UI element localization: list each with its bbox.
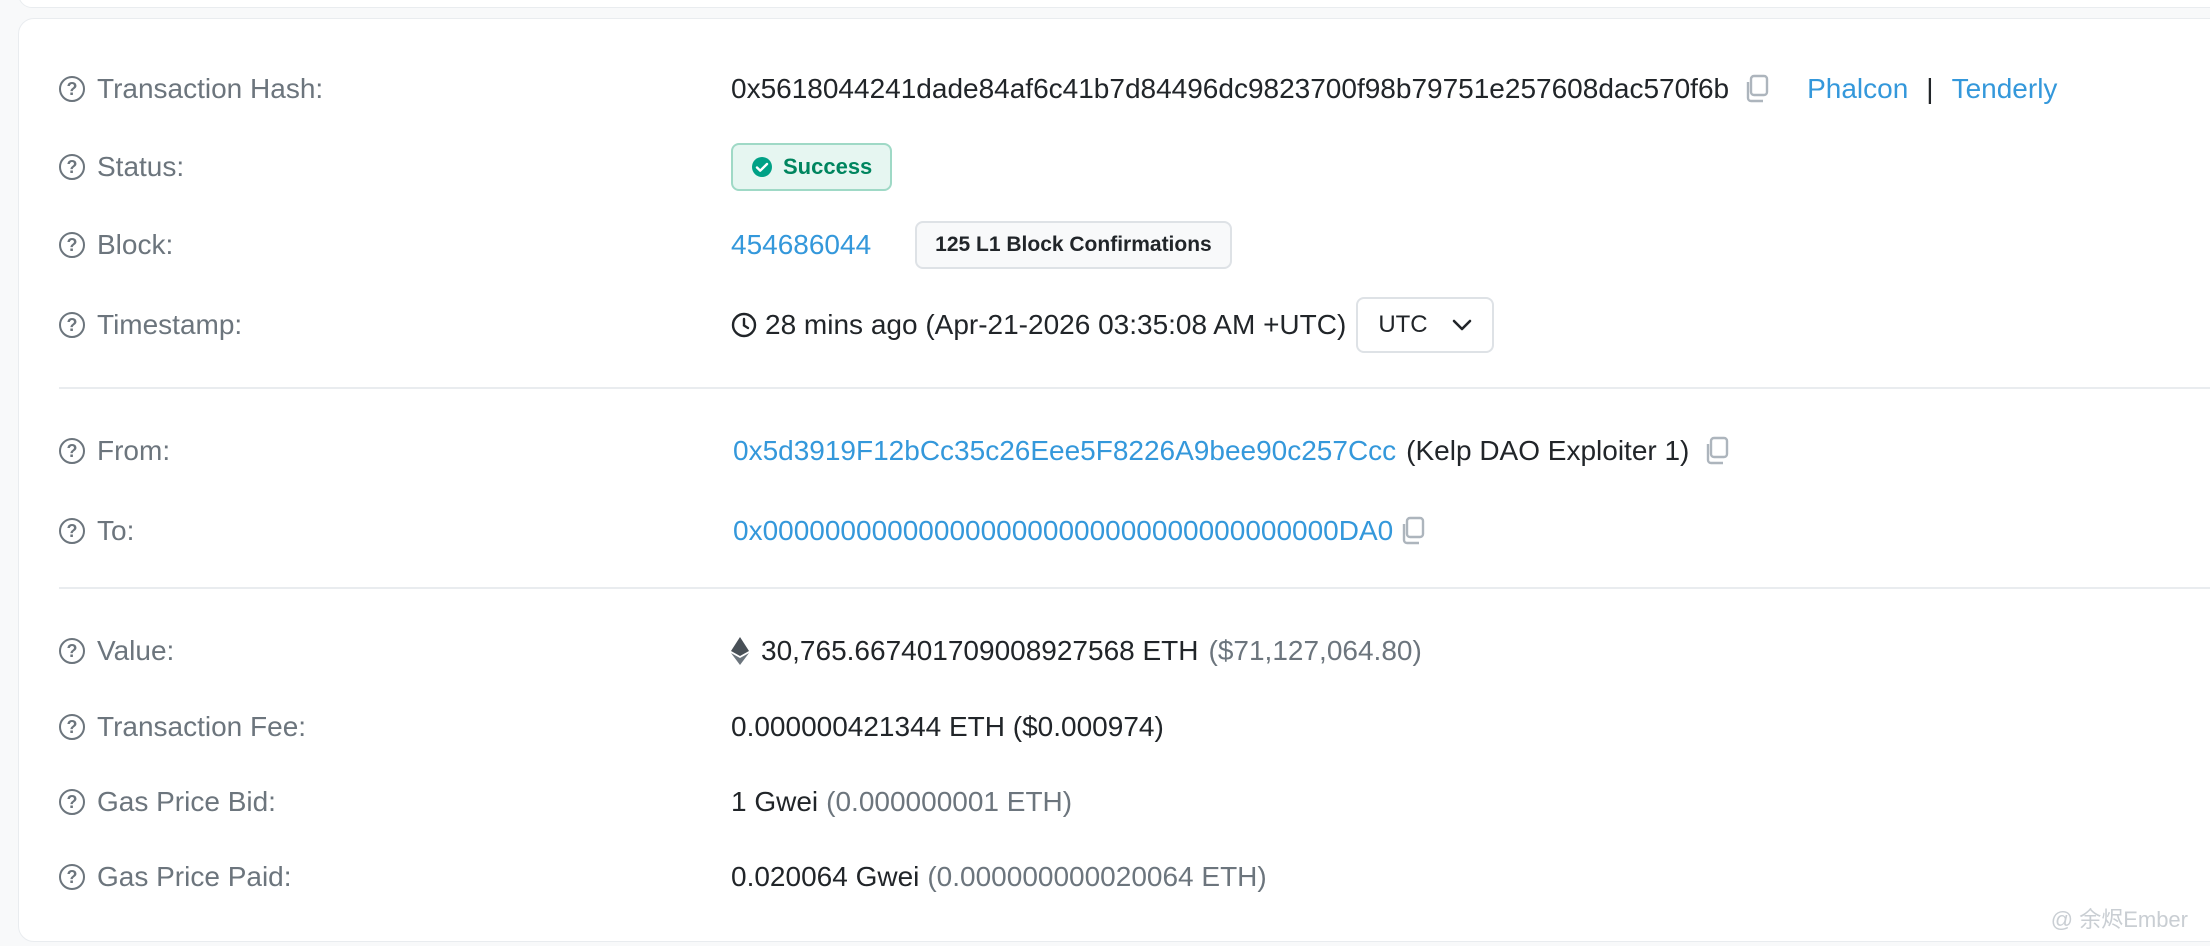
- question-circle-icon[interactable]: ?: [59, 518, 85, 544]
- link-separator: |: [1926, 73, 1934, 104]
- row-block: ? Block: 454686044 125 L1 Block Confirma…: [19, 217, 2210, 273]
- value-from: 0x5d3919F12bCc35c26Eee5F8226A9bee90c257C…: [733, 435, 1731, 467]
- timezone-select[interactable]: UTC: [1356, 297, 1494, 353]
- label-to: ? To:: [59, 515, 134, 547]
- question-circle-icon[interactable]: ?: [59, 864, 85, 890]
- tenderly-link[interactable]: Tenderly: [1952, 73, 2058, 105]
- section-divider: [59, 387, 2210, 389]
- row-transaction-hash: ? Transaction Hash: 0x5618044241dade84af…: [19, 61, 2210, 117]
- value-block: 454686044 125 L1 Block Confirmations: [731, 221, 1232, 269]
- value-gas-price-bid: 1 Gwei (0.000000001 ETH): [731, 786, 1072, 818]
- question-circle-icon[interactable]: ?: [59, 312, 85, 338]
- ethereum-icon: [731, 637, 749, 665]
- label-status: ? Status:: [59, 151, 184, 183]
- value-transaction-hash: 0x5618044241dade84af6c41b7d84496dc982370…: [731, 73, 2057, 105]
- copy-icon[interactable]: [1703, 436, 1731, 466]
- value-timestamp: 28 mins ago (Apr-21-2026 03:35:08 AM +UT…: [731, 297, 1494, 353]
- clock-icon: [731, 312, 757, 338]
- row-timestamp: ? Timestamp: 28 mins ago (Apr-21-2026 03…: [19, 297, 2210, 353]
- question-circle-icon[interactable]: ?: [59, 232, 85, 258]
- transaction-hash-text: 0x5618044241dade84af6c41b7d84496dc982370…: [731, 73, 1730, 104]
- previous-card-edge: [18, 0, 2210, 8]
- label-transaction-hash: ? Transaction Hash:: [59, 73, 323, 105]
- label-block: ? Block:: [59, 229, 173, 261]
- label-transaction-fee: ? Transaction Fee:: [59, 711, 306, 743]
- check-circle-icon: [752, 157, 772, 177]
- value-transaction-fee: 0.000000421344 ETH ($0.000974): [731, 711, 1164, 743]
- phalcon-link[interactable]: Phalcon: [1807, 73, 1908, 105]
- label-from: ? From:: [59, 435, 170, 467]
- row-value: ? Value: 30,765.667401709008927568 ETH (…: [19, 623, 2210, 679]
- label-value: ? Value:: [59, 635, 174, 667]
- status-badge: Success: [731, 143, 893, 191]
- gas-price-bid-eth: (0.000000001 ETH): [826, 786, 1073, 817]
- label-timestamp: ? Timestamp:: [59, 309, 242, 341]
- transaction-overview-card: ? Transaction Hash: 0x5618044241dade84af…: [18, 18, 2210, 942]
- to-address-link[interactable]: 0x0000000000000000000000000000000000000D…: [733, 515, 1393, 547]
- label-gas-price-paid: ? Gas Price Paid:: [59, 861, 292, 893]
- timestamp-text: 28 mins ago (Apr-21-2026 03:35:08 AM +UT…: [765, 309, 1347, 340]
- copy-icon[interactable]: [1399, 516, 1427, 546]
- value-status: Success: [731, 143, 893, 191]
- question-circle-icon[interactable]: ?: [59, 789, 85, 815]
- gas-price-paid-gwei: 0.020064 Gwei: [731, 861, 920, 892]
- copy-icon[interactable]: [1743, 74, 1771, 104]
- question-circle-icon[interactable]: ?: [59, 154, 85, 180]
- row-gas-price-bid: ? Gas Price Bid: 1 Gwei (0.000000001 ETH…: [19, 774, 2210, 830]
- value-to: 0x0000000000000000000000000000000000000D…: [733, 515, 1427, 547]
- transaction-fee-text: 0.000000421344 ETH ($0.000974): [731, 711, 1164, 742]
- value-gas-price-paid: 0.020064 Gwei (0.000000000020064 ETH): [731, 861, 1267, 893]
- question-circle-icon[interactable]: ?: [59, 638, 85, 664]
- gas-price-bid-gwei: 1 Gwei: [731, 786, 819, 817]
- section-divider: [59, 587, 2210, 589]
- from-name-tag: (Kelp DAO Exploiter 1): [1406, 435, 1690, 466]
- question-circle-icon[interactable]: ?: [59, 714, 85, 740]
- row-from: ? From: 0x5d3919F12bCc35c26Eee5F8226A9be…: [19, 423, 2210, 479]
- watermark: @ 余烬Ember: [2050, 907, 2188, 932]
- confirmations-badge: 125 L1 Block Confirmations: [915, 221, 1232, 269]
- from-address-link[interactable]: 0x5d3919F12bCc35c26Eee5F8226A9bee90c257C…: [733, 435, 1396, 467]
- row-transaction-fee: ? Transaction Fee: 0.000000421344 ETH ($…: [19, 699, 2210, 755]
- row-status: ? Status: Success: [19, 139, 2210, 195]
- gas-price-paid-eth: (0.000000000020064 ETH): [927, 861, 1267, 892]
- question-circle-icon[interactable]: ?: [59, 438, 85, 464]
- value-usd: ($71,127,064.80): [1208, 635, 1422, 666]
- row-gas-price-paid: ? Gas Price Paid: 0.020064 Gwei (0.00000…: [19, 849, 2210, 905]
- chevron-down-icon: [1452, 319, 1471, 331]
- value-value: 30,765.667401709008927568 ETH ($71,127,0…: [731, 635, 1422, 667]
- question-circle-icon[interactable]: ?: [59, 76, 85, 102]
- block-number-link[interactable]: 454686044: [731, 229, 871, 261]
- label-gas-price-bid: ? Gas Price Bid:: [59, 786, 276, 818]
- row-to: ? To: 0x00000000000000000000000000000000…: [19, 503, 2210, 559]
- value-amount: 30,765.667401709008927568 ETH: [761, 635, 1199, 666]
